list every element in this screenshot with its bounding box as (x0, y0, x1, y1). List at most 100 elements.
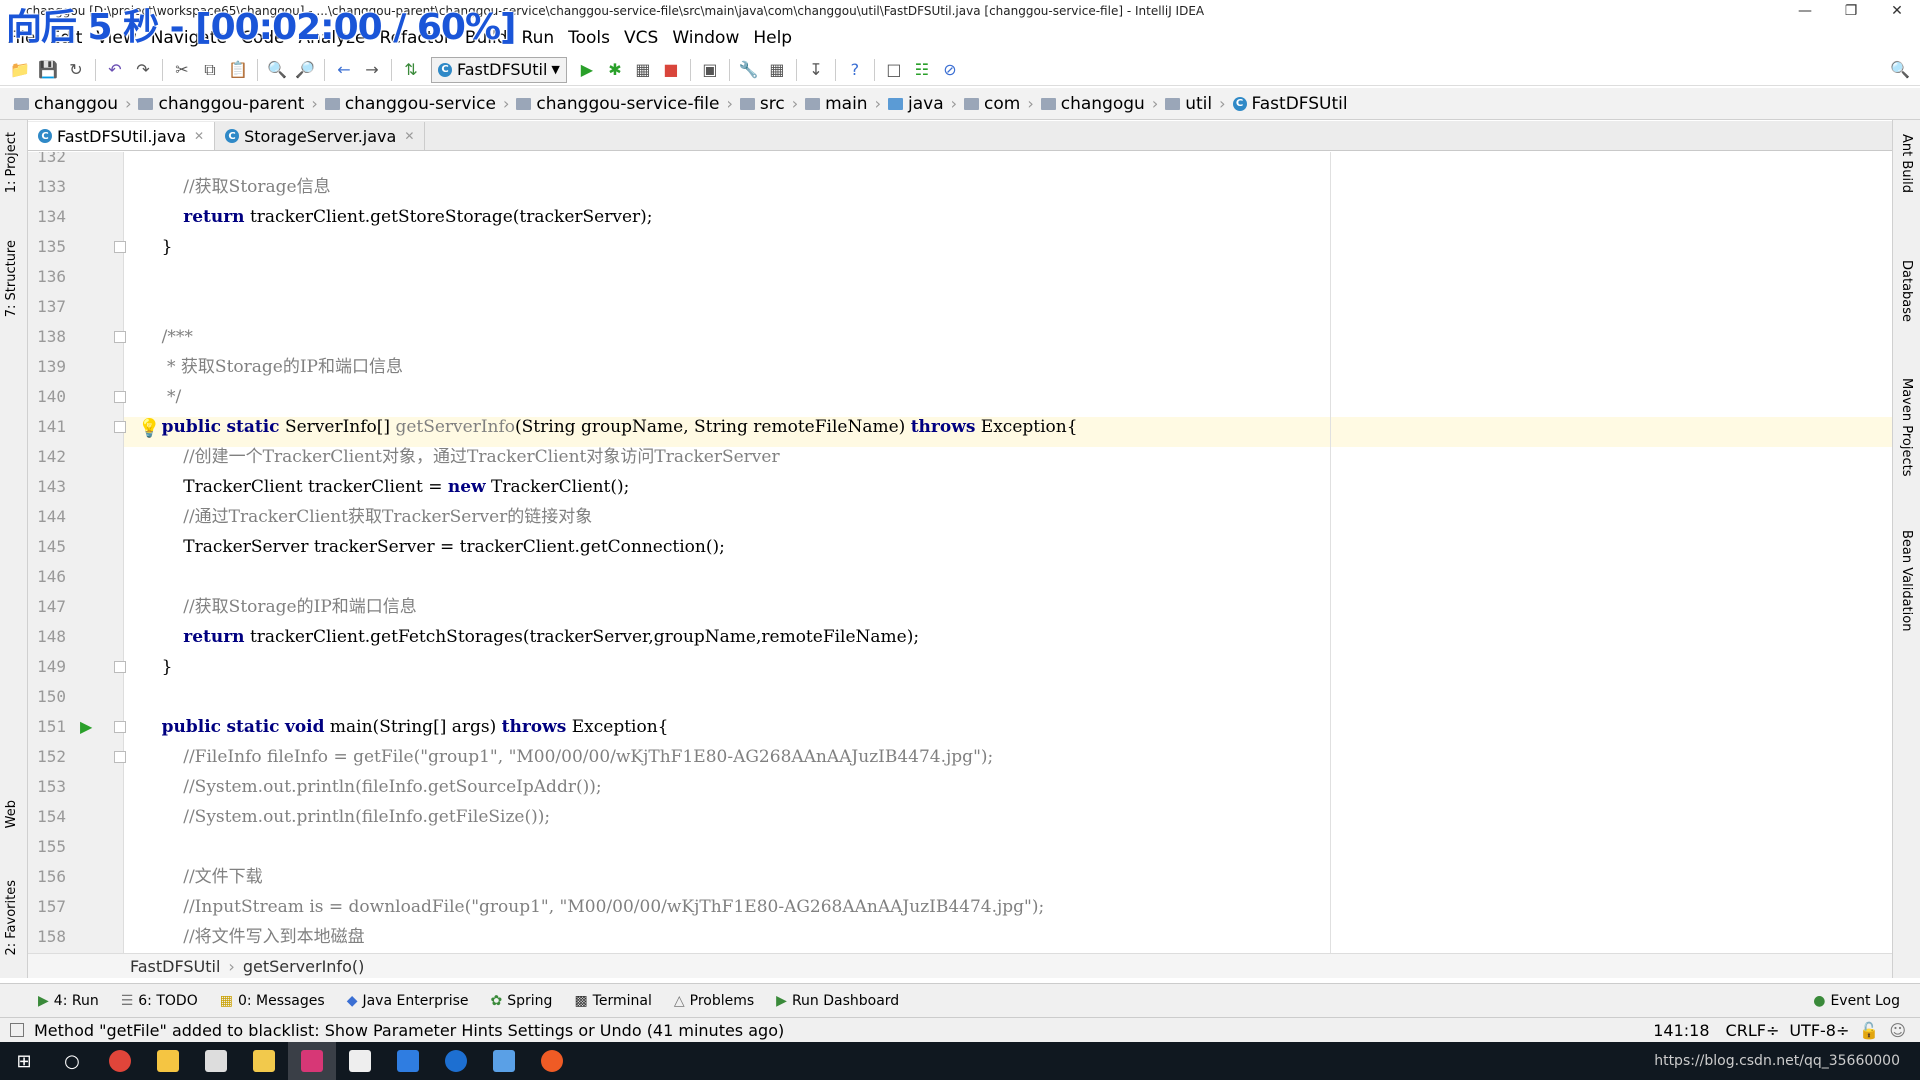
postman-icon[interactable] (528, 1042, 576, 1080)
download-icon[interactable]: ↧ (802, 57, 830, 83)
maven-projects-tool-button[interactable]: Maven Projects (1899, 378, 1914, 477)
menu-run[interactable]: Run (515, 28, 562, 48)
tab-storageserver[interactable]: C StorageServer.java ✕ (215, 122, 426, 150)
terminal-tool-button[interactable]: ▩ Terminal (574, 993, 651, 1009)
editor-breadcrumb-class[interactable]: FastDFSUtil (130, 957, 220, 976)
inspector-icon[interactable]: ☺ (1889, 1021, 1906, 1040)
app-icon[interactable] (480, 1042, 528, 1080)
project-structure-icon[interactable]: ▦ (763, 57, 791, 83)
folder-icon (964, 97, 980, 110)
undo-icon[interactable]: ↶ (101, 57, 129, 83)
editor-breadcrumb-method[interactable]: getServerInfo() (243, 957, 365, 976)
database-tool-button[interactable]: Database (1899, 260, 1914, 322)
breadcrumb-item[interactable]: changgou-service (321, 94, 500, 114)
search-everywhere-icon[interactable]: 🔍 (1886, 57, 1914, 83)
database-icon[interactable]: □ (880, 57, 908, 83)
fold-marker[interactable] (114, 421, 126, 433)
breadcrumb-item[interactable]: util (1161, 94, 1216, 114)
app-icon[interactable] (144, 1042, 192, 1080)
menu-help[interactable]: Help (746, 28, 799, 48)
help-icon[interactable]: ? (841, 57, 869, 83)
fold-marker[interactable] (114, 241, 126, 253)
close-icon[interactable]: ✕ (404, 129, 414, 143)
todo-tool-button[interactable]: ☰ 6: TODO (121, 993, 198, 1009)
screen-recorder-icon[interactable] (192, 1042, 240, 1080)
breadcrumb-item[interactable]: changogu (1037, 94, 1149, 114)
fold-marker[interactable] (114, 751, 126, 763)
run-tool-button[interactable]: ▶ 4: Run (38, 993, 99, 1009)
typora-icon[interactable] (336, 1042, 384, 1080)
java-enterprise-tool-button[interactable]: ◆ Java Enterprise (347, 993, 469, 1009)
menu-window[interactable]: Window (665, 28, 746, 48)
open-folder-icon[interactable]: 📁 (6, 57, 34, 83)
caret-position[interactable]: 141:18 (1653, 1021, 1709, 1040)
file-explorer-icon[interactable] (240, 1042, 288, 1080)
ant-build-tool-button[interactable]: Ant Build (1899, 134, 1914, 193)
line-separator[interactable]: CRLF÷ (1726, 1021, 1780, 1040)
file-encoding[interactable]: UTF-8÷ (1789, 1021, 1849, 1040)
breadcrumb-item[interactable]: changgou-parent (134, 94, 308, 114)
stop-icon[interactable]: ■ (657, 57, 685, 83)
breadcrumb-item[interactable]: main (801, 94, 871, 114)
activity-monitor-icon[interactable]: ☷ (908, 57, 936, 83)
run-configuration-select[interactable]: C FastDFSUtil ▼ (431, 56, 567, 83)
run-dashboard-tool-button[interactable]: ▶ Run Dashboard (776, 993, 899, 1009)
intellij-icon[interactable] (288, 1042, 336, 1080)
fold-marker[interactable] (114, 331, 126, 343)
web-tool-button[interactable]: Web (4, 800, 19, 828)
build-icon[interactable]: ⇅ (397, 57, 425, 83)
menu-vcs[interactable]: VCS (617, 28, 665, 48)
lightbulb-icon[interactable]: 💡 (138, 418, 160, 439)
breadcrumb-item[interactable]: src (736, 94, 789, 114)
status-message: Method "getFile" added to blacklist: Sho… (34, 1020, 785, 1040)
run-icon[interactable]: ▶ (573, 57, 601, 83)
minimize-button[interactable]: — (1782, 3, 1828, 19)
breadcrumb-item[interactable]: changgou-service-file (512, 94, 723, 114)
status-box-icon[interactable] (10, 1023, 24, 1037)
run-gutter-icon[interactable]: ▶ (80, 717, 92, 736)
cortana-search-icon[interactable]: ○ (48, 1042, 96, 1080)
fold-marker[interactable] (114, 661, 126, 673)
fold-marker[interactable] (114, 391, 126, 403)
favorites-tool-button[interactable]: 2: Favorites (4, 880, 19, 956)
attach-icon[interactable]: ▣ (696, 57, 724, 83)
coverage-icon[interactable]: ▦ (629, 57, 657, 83)
cut-icon[interactable]: ✂ (168, 57, 196, 83)
breadcrumb-item[interactable]: C FastDFSUtil (1229, 94, 1352, 114)
structure-tool-button[interactable]: 7: Structure (4, 240, 19, 317)
settings-icon[interactable]: 🔧 (735, 57, 763, 83)
tab-fastdfsutil[interactable]: C FastDFSUtil.java ✕ (28, 122, 216, 150)
spring-tool-button[interactable]: ✿ Spring (491, 993, 553, 1009)
paste-icon[interactable]: 📋 (224, 57, 252, 83)
debug-icon[interactable]: ✱ (601, 57, 629, 83)
lock-icon[interactable]: 🔓 (1859, 1021, 1879, 1040)
chrome-icon[interactable] (96, 1042, 144, 1080)
event-log-tool-button[interactable]: ● Event Log (1813, 993, 1900, 1009)
redo-icon[interactable]: ↷ (129, 57, 157, 83)
app-icon[interactable] (384, 1042, 432, 1080)
messages-tool-button[interactable]: ▦ 0: Messages (220, 993, 325, 1009)
restore-button[interactable]: ❐ (1828, 3, 1874, 19)
replace-icon[interactable]: 🔎 (291, 57, 319, 83)
windows-start-icon[interactable]: ⊞ (0, 1042, 48, 1080)
menu-tools[interactable]: Tools (561, 28, 617, 48)
power-save-icon[interactable]: ⊘ (936, 57, 964, 83)
app-icon[interactable] (432, 1042, 480, 1080)
breadcrumb-item[interactable]: changgou (10, 94, 122, 114)
bean-validation-tool-button[interactable]: Bean Validation (1899, 530, 1914, 631)
forward-icon[interactable]: → (358, 57, 386, 83)
breadcrumb-item[interactable]: java (884, 94, 948, 114)
project-tool-button[interactable]: 1: Project (4, 132, 19, 193)
problems-tool-button[interactable]: △ Problems (674, 993, 754, 1009)
copy-icon[interactable]: ⧉ (196, 57, 224, 83)
back-icon[interactable]: ← (330, 57, 358, 83)
close-icon[interactable]: ✕ (194, 129, 204, 143)
sync-icon[interactable]: ↻ (62, 57, 90, 83)
fold-marker[interactable] (114, 721, 126, 733)
breadcrumb-item[interactable]: com (960, 94, 1024, 114)
close-window-button[interactable]: ✕ (1874, 3, 1920, 19)
code-editor[interactable]: 132 133 134 135 136 137 138 139 140 141 142 143 144 1… (28, 152, 1892, 953)
save-icon[interactable]: 💾 (34, 57, 62, 83)
find-icon[interactable]: 🔍 (263, 57, 291, 83)
code-line: * 获取Storage的IP和端口信息 (140, 357, 403, 377)
